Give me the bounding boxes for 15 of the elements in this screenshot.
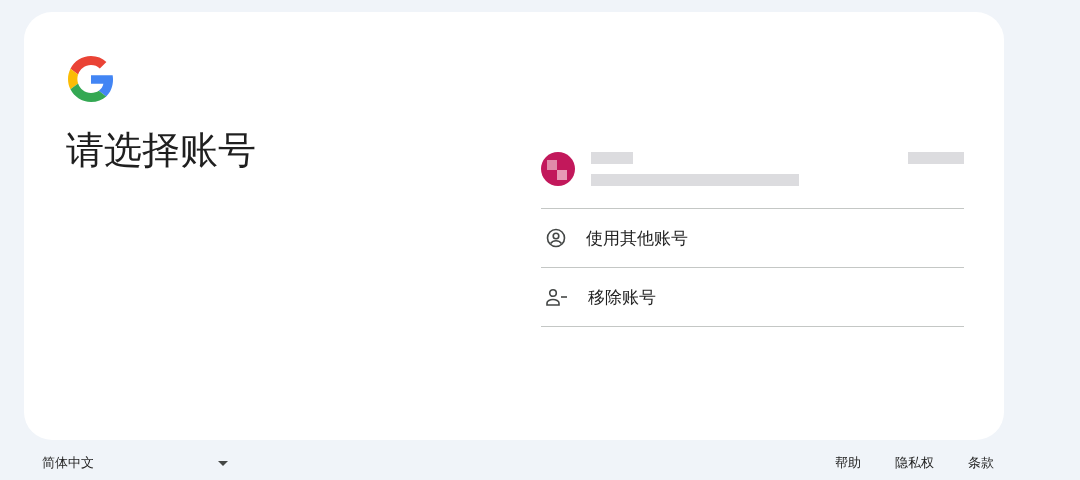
footer-link[interactable]: 条款 <box>968 454 994 472</box>
language-selector[interactable]: 简体中文 <box>42 454 228 472</box>
avatar-icon <box>541 152 575 186</box>
menu-option[interactable]: 移除账号 <box>541 268 964 327</box>
dropdown-icon <box>218 460 228 466</box>
footer-link[interactable]: 隐私权 <box>895 454 934 472</box>
redacted-name <box>591 152 633 164</box>
page-title: 请选择账号 <box>66 128 257 174</box>
footer-link[interactable]: 帮助 <box>835 454 861 472</box>
person-remove-icon <box>546 288 568 306</box>
logo-icon <box>68 56 114 102</box>
account-item[interactable] <box>541 152 964 209</box>
menu-option[interactable]: 使用其他账号 <box>541 209 964 268</box>
redacted-status <box>908 152 964 164</box>
account-circle-icon <box>546 228 566 248</box>
